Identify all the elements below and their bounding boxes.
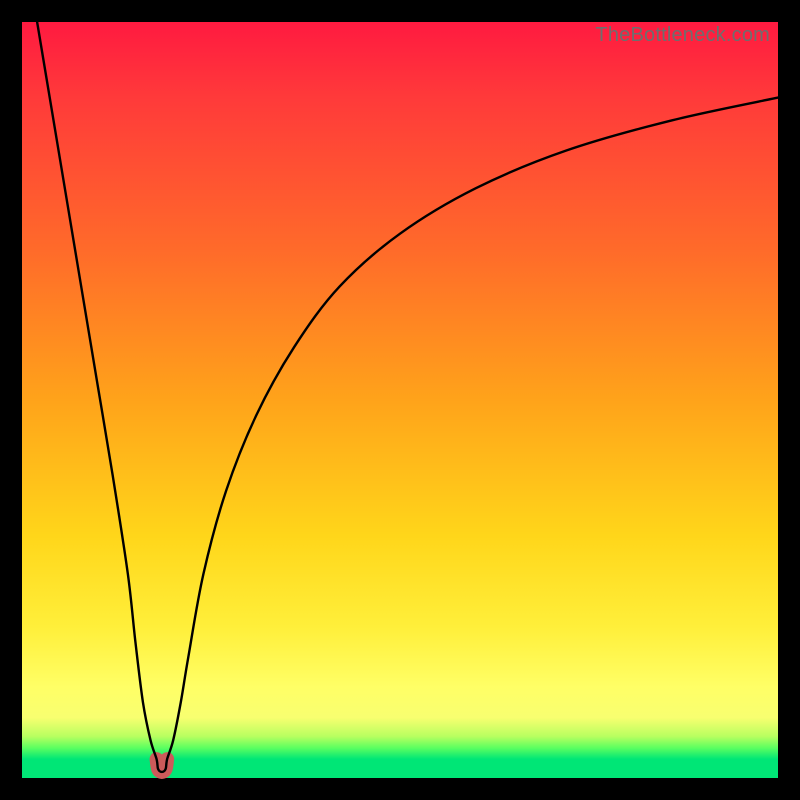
chart-frame: TheBottleneck.com <box>22 22 778 778</box>
v-curve <box>37 22 778 772</box>
bottleneck-curve-svg <box>22 22 778 778</box>
watermark-text: TheBottleneck.com <box>595 24 770 47</box>
curve-group <box>37 22 778 772</box>
